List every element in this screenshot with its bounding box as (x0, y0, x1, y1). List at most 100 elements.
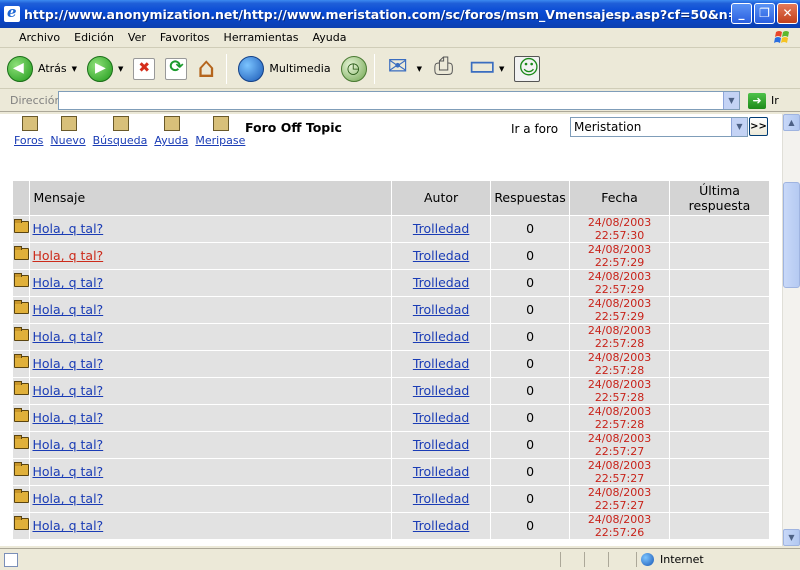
row-replies: 0 (490, 215, 571, 243)
menu-archivo[interactable]: Archivo (12, 31, 67, 44)
go-label: Ir (771, 94, 779, 107)
minimize-button[interactable]: _ (731, 3, 752, 24)
row-subject-cell: Hola, q tal? (29, 377, 393, 405)
refresh-icon (165, 57, 188, 80)
row-date-cell: 24/08/2003 22:57:28 (569, 323, 670, 351)
messenger-button[interactable] (511, 52, 543, 86)
edit-dropdown-icon[interactable]: ▼ (499, 65, 504, 73)
header-respuestas[interactable]: Respuestas (490, 181, 571, 216)
nav-foros[interactable]: Foros (14, 114, 43, 147)
thread-author-link[interactable]: Trolledad (413, 464, 469, 479)
nav-busqueda[interactable]: Búsqueda (93, 114, 147, 147)
thread-subject-link[interactable]: Hola, q tal? (32, 275, 103, 290)
thread-author-link[interactable]: Trolledad (413, 302, 469, 317)
header-fecha[interactable]: Fecha (569, 181, 670, 216)
row-subject-cell: Hola, q tal? (29, 404, 393, 432)
thread-author-link[interactable]: Trolledad (413, 383, 469, 398)
thread-subject-link[interactable]: Hola, q tal? (32, 221, 103, 236)
goto-dropdown-icon[interactable]: ▼ (731, 118, 747, 136)
vertical-scrollbar[interactable]: ▲ ▼ (782, 114, 800, 546)
thread-author-link[interactable]: Trolledad (413, 221, 469, 236)
edit-button[interactable]: ▼ (465, 48, 507, 86)
row-date-cell: 24/08/2003 22:57:30 (569, 215, 670, 243)
mail-button[interactable]: ▼ (383, 52, 425, 86)
window-title: http://www.anonymization.net/http://www.… (24, 6, 744, 22)
forward-button[interactable]: ▼ (84, 52, 126, 86)
stop-icon (133, 57, 156, 80)
forums-icon (19, 114, 39, 132)
media-button[interactable]: Multimedia (235, 52, 333, 86)
header-ultima-respuesta[interactable]: Última respuesta (669, 181, 770, 216)
menu-favoritos[interactable]: Favoritos (153, 31, 217, 44)
row-time: 22:57:26 (594, 525, 645, 539)
thread-subject-link[interactable]: Hola, q tal? (32, 491, 103, 506)
scroll-up-arrow-icon[interactable]: ▲ (783, 114, 800, 131)
row-author-cell: Trolledad (391, 404, 492, 432)
scroll-thumb[interactable] (783, 182, 800, 288)
row-time: 22:57:30 (594, 228, 645, 242)
goto-forum-select[interactable]: Meristation ▼ (570, 117, 748, 137)
menu-edicion[interactable]: Edición (67, 31, 121, 44)
thread-table: Mensaje Autor Respuestas Fecha Última re… (13, 181, 770, 540)
row-subject-cell: Hola, q tal? (29, 215, 393, 243)
thread-subject-link[interactable]: Hola, q tal? (32, 356, 103, 371)
thread-author-link[interactable]: Trolledad (413, 437, 469, 452)
address-dropdown-icon[interactable]: ▼ (723, 92, 739, 109)
nav-ayuda[interactable]: Ayuda (154, 114, 188, 147)
address-bar: Dirección ▼ ➜ Ir (0, 90, 800, 112)
menu-ayuda[interactable]: Ayuda (305, 31, 353, 44)
thread-author-link[interactable]: Trolledad (413, 329, 469, 344)
scroll-down-arrow-icon[interactable]: ▼ (783, 529, 800, 546)
back-button[interactable]: Atrás ▼ (4, 52, 80, 86)
toolbar-separator (226, 53, 228, 84)
thread-subject-link[interactable]: Hola, q tal? (32, 518, 103, 533)
thread-subject-link[interactable]: Hola, q tal? (32, 329, 103, 344)
stop-button[interactable] (130, 52, 158, 86)
close-button[interactable]: ✕ (777, 3, 798, 24)
forward-dropdown-icon[interactable]: ▼ (118, 65, 123, 73)
menu-herramientas[interactable]: Herramientas (217, 31, 306, 44)
row-date: 24/08/2003 (587, 404, 652, 418)
menu-ver[interactable]: Ver (121, 31, 153, 44)
back-dropdown-icon[interactable]: ▼ (72, 65, 77, 73)
status-pane (560, 552, 584, 567)
header-autor[interactable]: Autor (391, 181, 492, 216)
thread-subject-link[interactable]: Hola, q tal? (32, 464, 103, 479)
history-icon (340, 55, 367, 82)
page-content: Foros Nuevo Búsqueda Ayuda Meripase Foro… (0, 114, 782, 546)
home-button[interactable] (194, 51, 222, 86)
go-button[interactable]: ➜ Ir (748, 92, 779, 109)
history-button[interactable] (338, 52, 370, 86)
thread-subject-link[interactable]: Hola, q tal? (32, 383, 103, 398)
ie-icon (4, 3, 20, 22)
thread-author-link[interactable]: Trolledad (413, 491, 469, 506)
refresh-button[interactable] (162, 52, 190, 86)
row-subject-cell: Hola, q tal? (29, 485, 393, 513)
goto-forum-button[interactable]: >> (749, 117, 768, 136)
mail-dropdown-icon[interactable]: ▼ (417, 65, 422, 73)
row-icon-cell (13, 512, 31, 540)
maximize-button[interactable]: ❐ (754, 3, 775, 24)
thread-author-link[interactable]: Trolledad (413, 356, 469, 371)
folder-icon (14, 354, 29, 368)
nav-meripase[interactable]: Meripase (195, 114, 245, 147)
thread-subject-link[interactable]: Hola, q tal? (32, 437, 103, 452)
print-button[interactable] (429, 52, 461, 86)
row-author-cell: Trolledad (391, 269, 492, 297)
row-author-cell: Trolledad (391, 350, 492, 378)
thread-author-link[interactable]: Trolledad (413, 248, 469, 263)
header-mensaje[interactable]: Mensaje (29, 181, 393, 216)
table-row: Hola, q tal? Trolledad 0 24/08/2003 22:57:29 (13, 269, 770, 297)
nav-nuevo[interactable]: Nuevo (50, 114, 86, 147)
address-input[interactable]: ▼ (58, 91, 740, 110)
row-time: 22:57:28 (594, 390, 645, 404)
thread-author-link[interactable]: Trolledad (413, 518, 469, 533)
meripase-icon (210, 114, 230, 132)
thread-subject-link[interactable]: Hola, q tal? (32, 410, 103, 425)
folder-icon (14, 462, 29, 476)
thread-subject-link[interactable]: Hola, q tal? (32, 302, 103, 317)
thread-author-link[interactable]: Trolledad (413, 410, 469, 425)
thread-subject-link[interactable]: Hola, q tal? (32, 248, 103, 263)
thread-author-link[interactable]: Trolledad (413, 275, 469, 290)
row-subject-cell: Hola, q tal? (29, 431, 393, 459)
